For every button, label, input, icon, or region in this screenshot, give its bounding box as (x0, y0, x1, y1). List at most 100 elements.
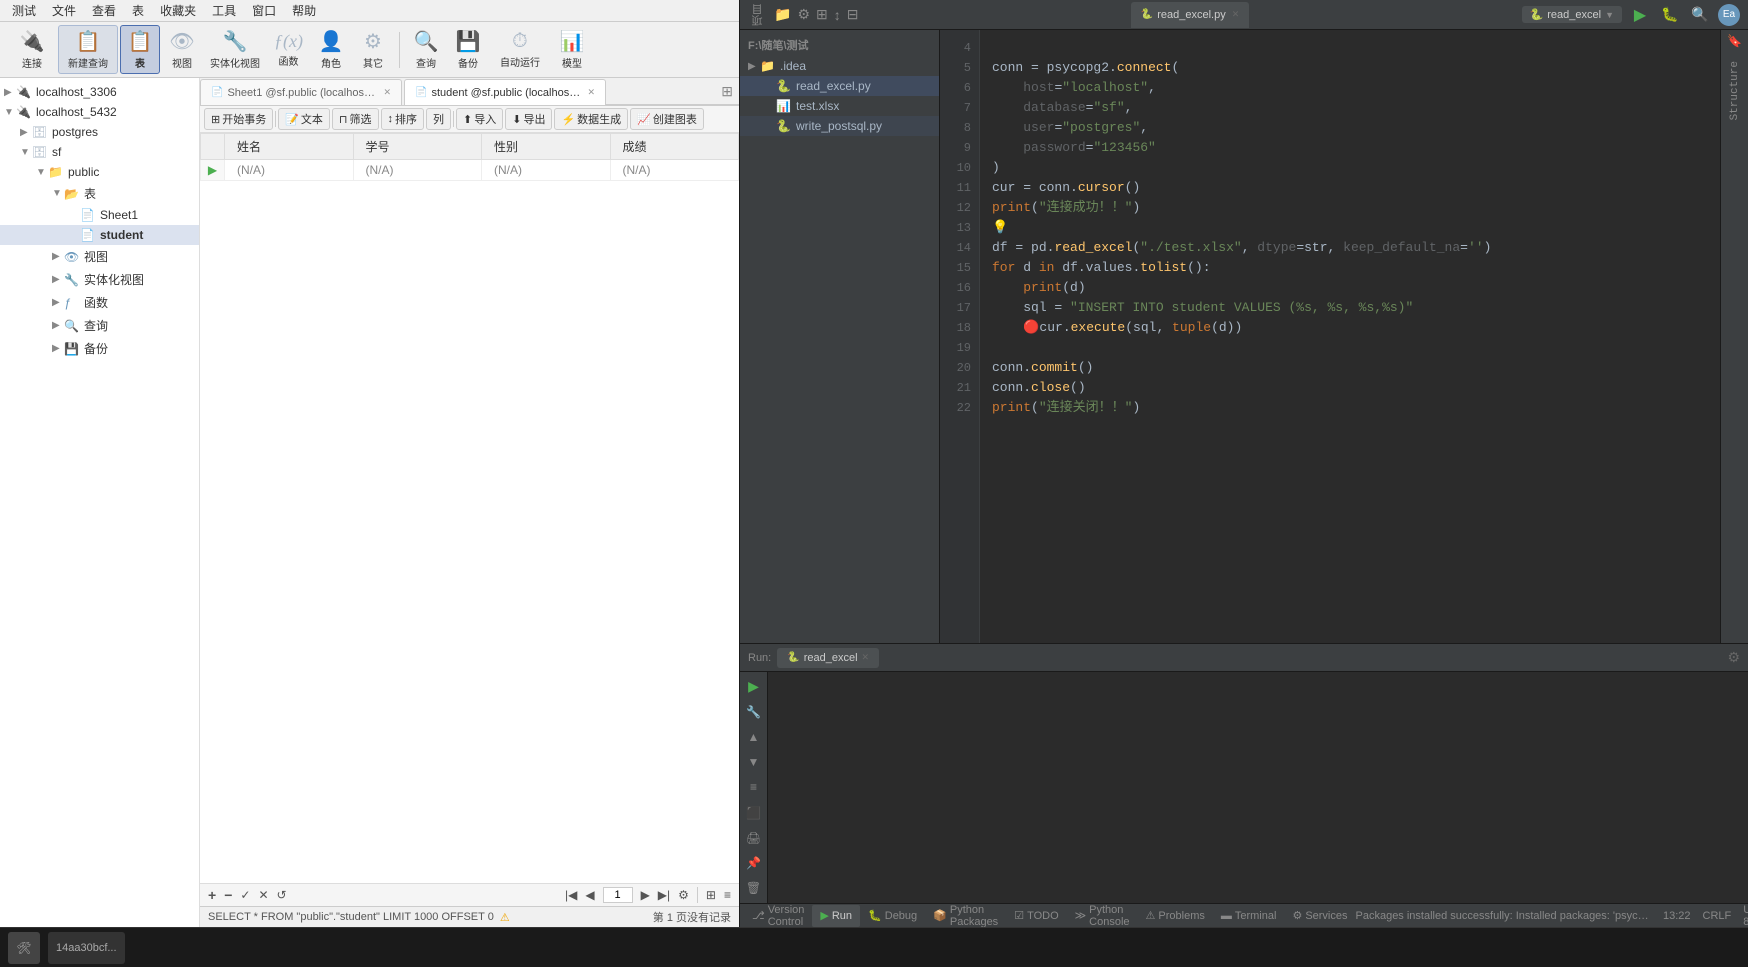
export-button[interactable]: ⬇导出 (505, 108, 552, 130)
backup-button[interactable]: 💾 备份 (448, 26, 488, 73)
col-student-id[interactable]: 学号 (353, 134, 482, 160)
run-button[interactable]: ▶ (1628, 3, 1652, 27)
menu-item-fav[interactable]: 收藏夹 (152, 0, 204, 21)
menu-item-window[interactable]: 窗口 (244, 0, 284, 21)
query-button[interactable]: 🔍 查询 (406, 26, 446, 73)
menu-item-table[interactable]: 表 (124, 0, 152, 21)
add-row-button[interactable]: + (208, 887, 216, 903)
tree-item-views-folder[interactable]: ▶ 👁 视图 (0, 245, 199, 268)
page-settings-icon[interactable]: ⚙ (678, 888, 689, 902)
filter-button[interactable]: ⊓筛选 (332, 108, 379, 130)
terminal-tab[interactable]: ▬ Terminal (1213, 905, 1285, 927)
ide-run-config[interactable]: 🐍 read_excel ▼ (1522, 6, 1622, 23)
menu-item-test[interactable]: 测试 (4, 0, 44, 21)
tree-item-functions-folder[interactable]: ▶ ƒ 函数 (0, 291, 199, 314)
tree-item-localhost5432[interactable]: ▼ 🔌 localhost_5432 (0, 102, 199, 122)
file-tree-test-xlsx[interactable]: 📊 test.xlsx (740, 96, 939, 116)
connect-button[interactable]: 🔌 连接 (8, 26, 56, 73)
run-tab-close-icon[interactable]: ✕ (862, 652, 870, 663)
sort-button[interactable]: ↕排序 (381, 108, 425, 130)
python-packages-tab[interactable]: 📦 Python Packages (925, 905, 1006, 927)
services-tab[interactable]: ⚙ Services (1284, 905, 1355, 927)
version-control-tab[interactable]: ⎇ Version Control (744, 905, 812, 927)
col-gender[interactable]: 性别 (482, 134, 611, 160)
grid-view-button[interactable]: ⊞ (706, 888, 716, 902)
run-play-button[interactable]: ▶ (743, 676, 765, 697)
page-last-button[interactable]: ▶| (658, 888, 670, 902)
folder-icon[interactable]: 📁 (774, 6, 791, 23)
page-next-button[interactable]: ▶ (641, 888, 650, 902)
tab-sheet1[interactable]: 📄 Sheet1 @sf.public (localhost_5432) - .… (200, 79, 402, 105)
text-mode-button[interactable]: 📝文本 (278, 108, 330, 130)
delete-row-button[interactable]: − (224, 887, 232, 903)
run-output[interactable] (768, 672, 1748, 903)
tree-item-sf[interactable]: ▼ 🗄 sf (0, 142, 199, 162)
todo-tab[interactable]: ☑ TODO (1006, 905, 1066, 927)
sort-icon[interactable]: ↕ (834, 7, 841, 23)
mat-view-button[interactable]: 🔧 实体化视图 (204, 26, 266, 73)
menu-item-help[interactable]: 帮助 (284, 0, 324, 21)
run-list-icon[interactable]: ≡ (743, 777, 765, 798)
refresh-button[interactable]: ↺ (277, 888, 287, 902)
new-query-button[interactable]: 📋 新建查询 (58, 25, 118, 74)
col-score[interactable]: 成绩 (610, 134, 739, 160)
file-tab-close-icon[interactable]: ✕ (1232, 9, 1240, 20)
menu-item-view[interactable]: 查看 (84, 0, 124, 21)
page-prev-button[interactable]: ◀ (585, 888, 594, 902)
read-excel-tab[interactable]: 🐍 read_excel.py ✕ (1131, 2, 1250, 28)
problems-tab[interactable]: ⚠ Problems (1138, 905, 1213, 927)
python-console-tab[interactable]: ≫ Python Console (1067, 905, 1138, 927)
file-tree-write-postsql[interactable]: 🐍 write_postsql.py (740, 116, 939, 136)
data-grid[interactable]: 姓名 学号 性别 成绩 ▶ (N/A) (N/A) (200, 133, 739, 883)
run-pin-icon[interactable]: 📌 (743, 853, 765, 874)
search-button[interactable]: 🔍 (1688, 3, 1712, 27)
tab-close-icon[interactable]: ✕ (383, 87, 391, 98)
code-content[interactable]: conn = psycopg2.connect( host="localhost… (980, 30, 1720, 643)
tree-item-localhost3306[interactable]: ▶ 🔌 localhost_3306 (0, 82, 199, 102)
tab-close-icon-2[interactable]: ✕ (587, 87, 595, 98)
run-print-icon[interactable]: 🖨 (743, 827, 765, 848)
run-settings-icon[interactable]: ⚙ (1727, 649, 1740, 666)
run-wrench-icon[interactable]: 🔧 (743, 701, 765, 722)
bookmark-icon[interactable]: 🔖 (1727, 34, 1742, 49)
table-row[interactable]: ▶ (N/A) (N/A) (N/A) (N/A) (201, 160, 739, 181)
cell-student-id[interactable]: (N/A) (353, 160, 482, 181)
columns-button[interactable]: 列 (426, 108, 451, 130)
expand-icon[interactable]: ⊞ (816, 6, 828, 23)
profile-avatar[interactable]: Ea (1718, 4, 1740, 26)
menu-item-file[interactable]: 文件 (44, 0, 84, 21)
tree-item-backup-folder[interactable]: ▶ 💾 备份 (0, 337, 199, 360)
tab-student[interactable]: 📄 student @sf.public (localhost_5432) - … (404, 79, 606, 105)
run-clear-icon[interactable]: 🗑 (743, 878, 765, 899)
tree-item-queries-folder[interactable]: ▶ 🔍 查询 (0, 314, 199, 337)
import-button[interactable]: ⬆导入 (456, 108, 503, 130)
role-button[interactable]: 👤 角色 (311, 26, 351, 73)
settings-icon[interactable]: ⚙ (797, 6, 810, 23)
data-gen-button[interactable]: ⚡数据生成 (554, 108, 628, 130)
other-button[interactable]: ⚙ 其它 (353, 26, 393, 73)
code-area[interactable]: 4 5 6 7 8 9 10 11 12 13 14 15 16 (940, 30, 1748, 643)
panel-collapse-button[interactable]: ⊞ (715, 79, 739, 105)
run-tab-status[interactable]: ▶ Run (812, 905, 860, 927)
debug-tab[interactable]: 🐛 Debug (860, 905, 925, 927)
model-button[interactable]: 📊 模型 (552, 26, 592, 73)
tree-item-student[interactable]: 📄 student (0, 225, 199, 245)
run-tab-read-excel[interactable]: 🐍 read_excel ✕ (777, 648, 879, 668)
page-first-button[interactable]: |◀ (565, 888, 577, 902)
tree-item-public[interactable]: ▼ 📁 public (0, 162, 199, 182)
view-button[interactable]: 👁 视图 (162, 26, 202, 73)
cell-name[interactable]: (N/A) (225, 160, 354, 181)
cell-score[interactable]: (N/A) (610, 160, 739, 181)
confirm-button[interactable]: ✓ (240, 888, 250, 902)
list-view-button[interactable]: ≡ (724, 888, 731, 902)
table-button[interactable]: 📋 表 (120, 25, 160, 74)
tree-item-sheet1[interactable]: 📄 Sheet1 (0, 205, 199, 225)
run-scroll-down-icon[interactable]: ▼ (743, 752, 765, 773)
debug-button[interactable]: 🐛 (1658, 3, 1682, 27)
begin-transaction-button[interactable]: ⊞开始事务 (204, 108, 273, 130)
taskbar-support[interactable]: 🛠 (8, 932, 40, 964)
collapse-icon[interactable]: ⊟ (847, 6, 859, 23)
cancel-row-button[interactable]: ✕ (258, 888, 268, 902)
run-stop-icon[interactable]: ⬛ (743, 802, 765, 823)
file-tree-read-excel[interactable]: 🐍 read_excel.py (740, 76, 939, 96)
